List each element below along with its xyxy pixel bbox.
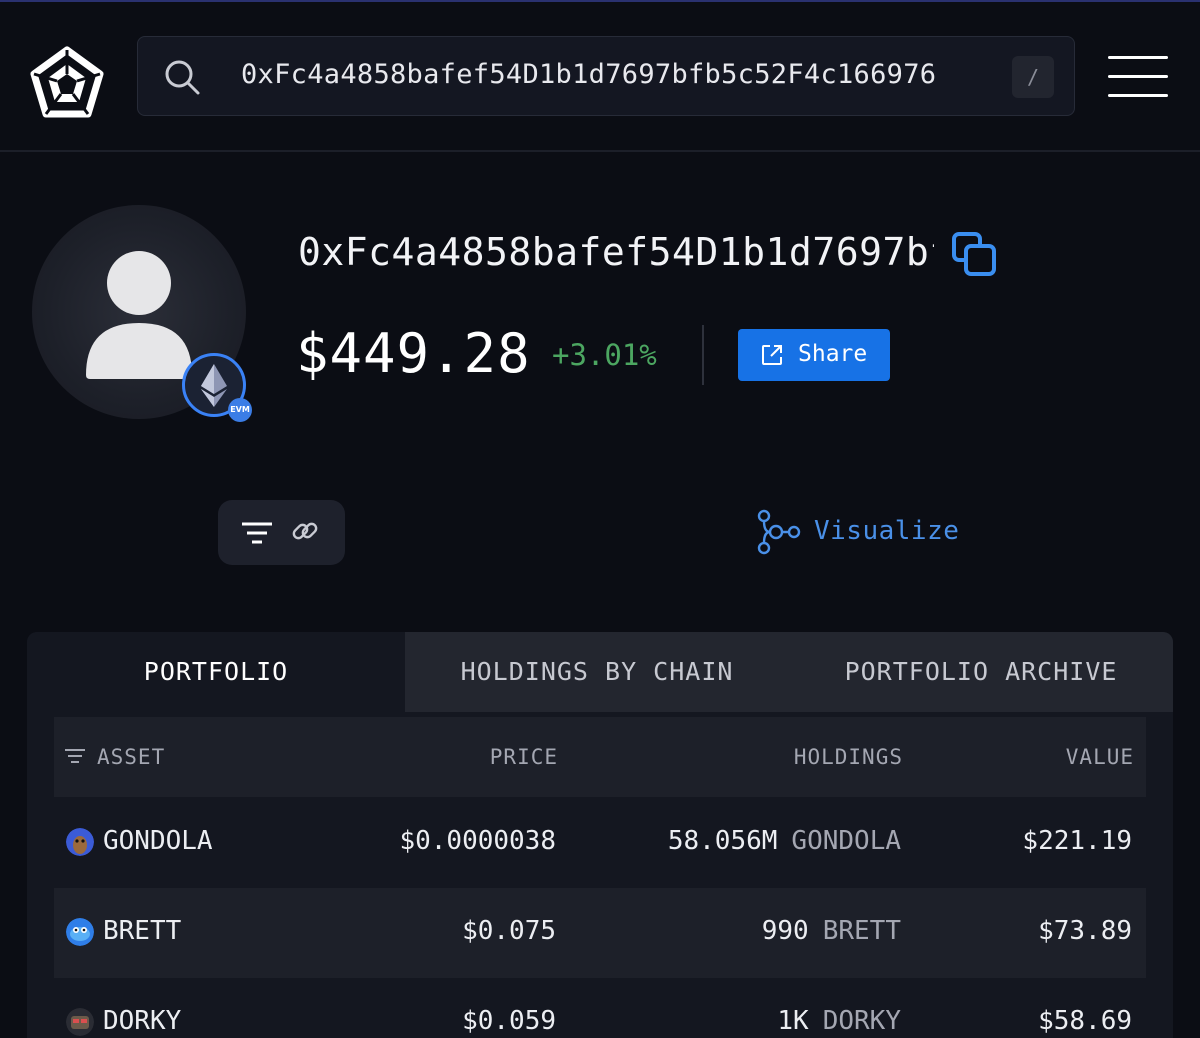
sort-icon[interactable] xyxy=(64,747,86,765)
asset-value: $221.19 xyxy=(1022,826,1132,856)
wallet-address: 0xFc4a4858bafef54D1b1d7697bfb5c52F4c1669… xyxy=(298,230,934,274)
profile-avatar-group: EVM xyxy=(32,205,252,422)
share-button[interactable]: Share xyxy=(738,329,890,381)
search-icon xyxy=(165,60,200,95)
asset-price: $0.059 xyxy=(462,1006,556,1036)
holding-symbol: GONDOLA xyxy=(791,826,901,856)
asset-price: $0.075 xyxy=(462,916,556,946)
tab-bar: PORTFOLIO HOLDINGS BY CHAIN PORTFOLIO AR… xyxy=(27,632,1173,712)
column-asset[interactable]: ASSET xyxy=(97,745,165,769)
holding-amount: 58.056M xyxy=(667,826,778,856)
portfolio-panel: PORTFOLIO HOLDINGS BY CHAIN PORTFOLIO AR… xyxy=(27,632,1173,1038)
filter-icon[interactable] xyxy=(240,518,274,548)
asset-holdings: 1K DORKY xyxy=(777,1006,901,1036)
arkham-logo-icon[interactable] xyxy=(30,46,104,120)
search-input[interactable]: 0xFc4a4858bafef54D1b1d7697bfb5c52F4c1669… xyxy=(241,59,936,90)
table-row[interactable]: GONDOLA $0.0000038 58.056M GONDOLA $221.1… xyxy=(54,798,1146,888)
asset-holdings: 58.056M GONDOLA xyxy=(668,826,901,856)
asset-price: $0.0000038 xyxy=(399,826,556,856)
external-link-icon xyxy=(762,345,782,365)
holding-amount: 990 xyxy=(761,916,809,946)
gondola-token-icon xyxy=(66,828,94,856)
top-header: 0xFc4a4858bafef54D1b1d7697bfb5c52F4c1669… xyxy=(0,2,1200,152)
evm-badge: EVM xyxy=(228,398,252,422)
asset-name[interactable]: BRETT xyxy=(103,916,181,946)
tab-portfolio[interactable]: PORTFOLIO xyxy=(27,632,405,712)
table-row[interactable]: BRETT $0.075 990 BRETT $73.89 xyxy=(54,888,1146,978)
holding-amount: 1K xyxy=(777,1006,809,1036)
tool-pill xyxy=(218,500,345,565)
holding-symbol: DORKY xyxy=(822,1006,901,1036)
holding-symbol: BRETT xyxy=(822,916,901,946)
tab-portfolio-archive[interactable]: PORTFOLIO ARCHIVE xyxy=(789,632,1173,712)
dorky-token-icon xyxy=(66,1008,94,1036)
table-row[interactable]: DORKY $0.059 1K DORKY $58.69 xyxy=(54,978,1146,1038)
link-icon[interactable] xyxy=(290,516,320,546)
search-bar[interactable]: 0xFc4a4858bafef54D1b1d7697bfb5c52F4c1669… xyxy=(137,36,1075,116)
divider xyxy=(702,325,704,385)
asset-name[interactable]: DORKY xyxy=(103,1006,181,1036)
share-button-label: Share xyxy=(798,341,868,367)
brett-token-icon xyxy=(66,918,94,946)
hamburger-menu-icon[interactable] xyxy=(1108,54,1168,102)
tab-holdings-by-chain[interactable]: HOLDINGS BY CHAIN xyxy=(405,632,789,712)
portfolio-balance: $449.28 xyxy=(296,322,531,385)
copy-icon[interactable] xyxy=(950,230,998,278)
asset-value: $58.69 xyxy=(1038,1006,1132,1036)
asset-holdings: 990 BRETT xyxy=(762,916,901,946)
balance-change: +3.01% xyxy=(552,338,657,372)
asset-value: $73.89 xyxy=(1038,916,1132,946)
search-shortcut-key: / xyxy=(1012,56,1054,98)
column-holdings[interactable]: HOLDINGS xyxy=(794,745,903,769)
table-header: ASSET PRICE HOLDINGS VALUE xyxy=(54,717,1146,797)
column-value[interactable]: VALUE xyxy=(1066,745,1134,769)
asset-name[interactable]: GONDOLA xyxy=(103,826,213,856)
graph-network-icon xyxy=(757,509,801,555)
column-price[interactable]: PRICE xyxy=(490,745,558,769)
visualize-label: Visualize xyxy=(814,516,960,546)
